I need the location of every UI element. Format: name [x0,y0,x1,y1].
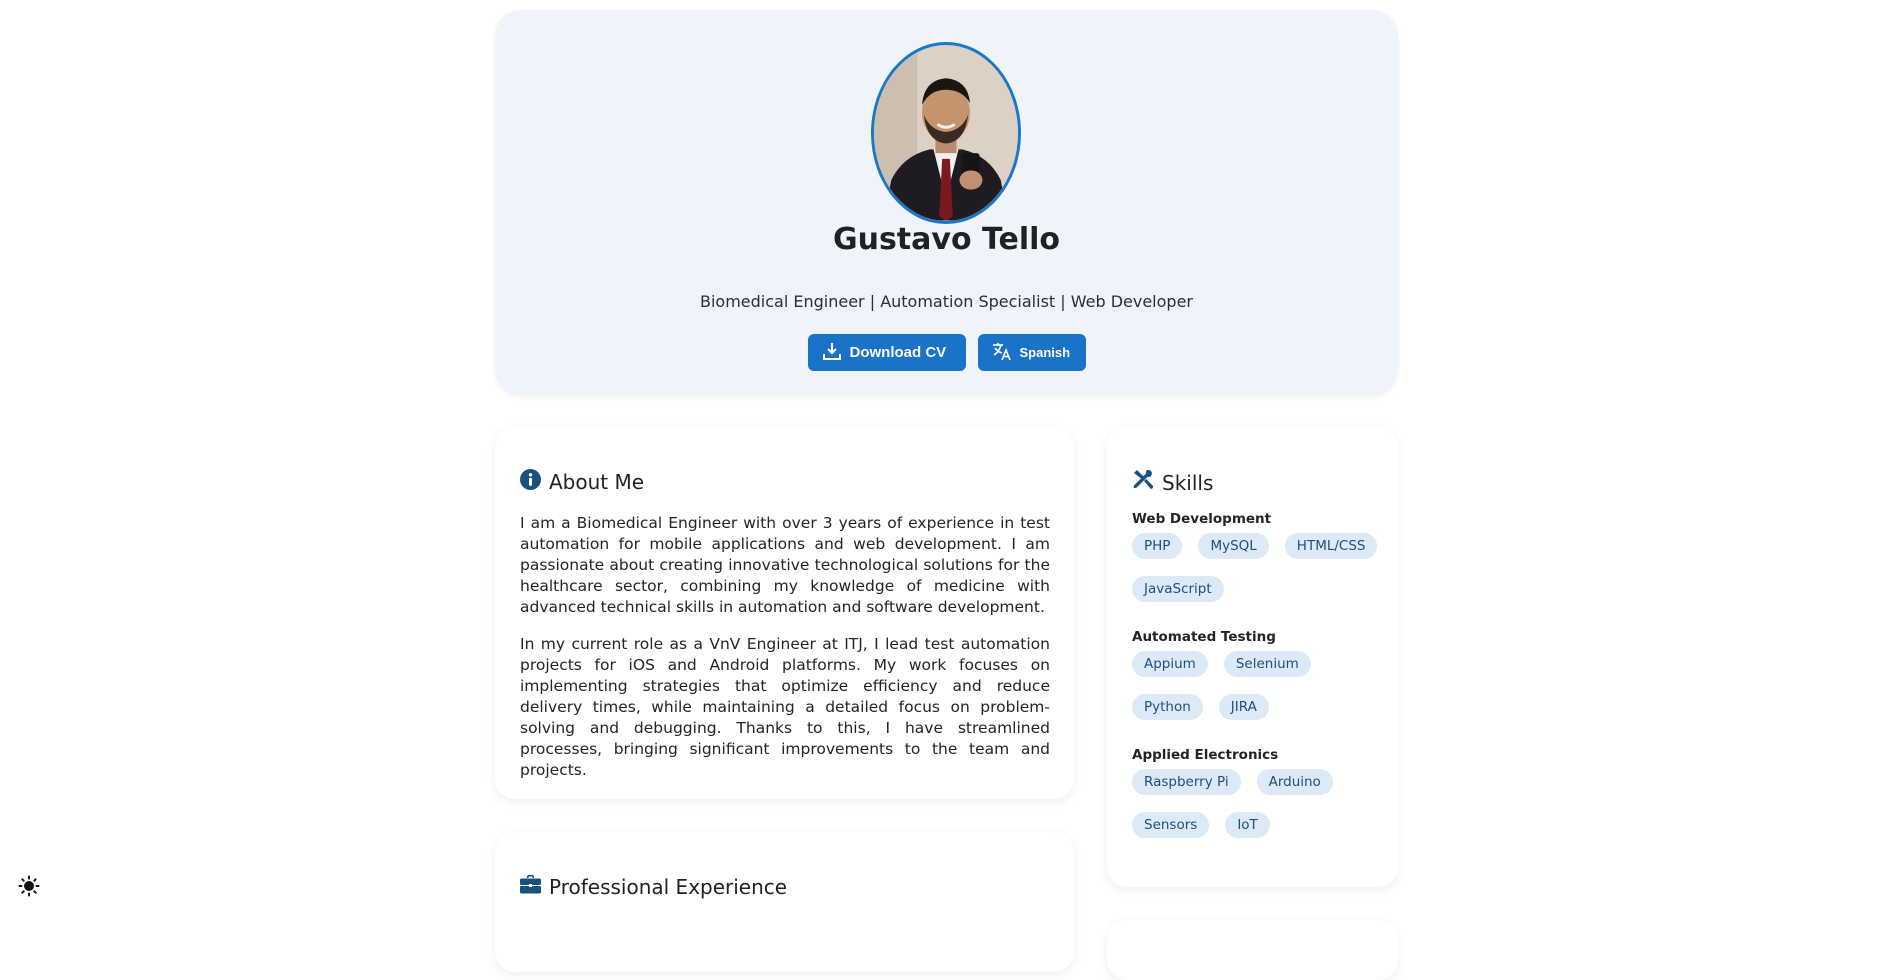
skills-title: Skills [1132,469,1213,496]
skill-tag: PHP [1132,533,1183,559]
language-toggle-button[interactable]: Spanish [977,334,1086,371]
skill-tag: JavaScript [1132,576,1224,602]
skill-tag: Arduino [1256,769,1333,795]
download-icon [822,341,842,365]
about-text: I am a Biomedical Engineer with over 3 y… [520,513,1050,797]
skill-tags: Appium Selenium Python JIRA [1132,651,1382,720]
skill-tag: Sensors [1132,812,1210,838]
skill-group-title: Applied Electronics [1132,747,1279,763]
skill-group-title: Automated Testing [1132,629,1276,645]
avatar [871,42,1021,224]
download-cv-label: Download CV [849,344,947,361]
info-circle-icon [520,469,541,495]
profile-name: Gustavo Tello [832,222,1061,257]
next-card [1107,920,1398,980]
skill-tag: Python [1132,694,1203,720]
skill-group-title: Web Development [1132,511,1272,527]
skill-group-testing: Automated Testing Appium Selenium Python… [1132,629,1382,720]
briefcase-icon [520,874,541,899]
profile-header: Gustavo Tello Biomedical Engineer | Auto… [495,10,1398,395]
experience-card: Professional Experience [495,832,1074,972]
skill-tag: HTML/CSS [1284,533,1378,559]
skill-group-electronics: Applied Electronics Raspberry Pi Arduino… [1132,747,1382,838]
experience-title: Professional Experience [520,874,787,899]
about-title: About Me [520,469,644,495]
translate-icon [992,341,1012,364]
tools-icon [1132,469,1154,496]
skill-tag: Raspberry Pi [1132,769,1241,795]
skill-tag: Appium [1132,651,1208,677]
about-paragraph: In my current role as a VnV Engineer at … [520,635,1050,779]
download-cv-button[interactable]: Download CV [807,334,966,371]
profile-subtitle: Biomedical Engineer | Automation Special… [700,292,1193,311]
language-label: Spanish [1019,345,1071,360]
profile-photo [874,45,1018,221]
skill-tag: JIRA [1218,694,1269,720]
skills-title-text: Skills [1162,470,1214,495]
skills-card: Skills Web Development PHP MySQL HTML/CS… [1107,427,1398,887]
skill-tag: MySQL [1198,533,1269,559]
theme-toggle-button[interactable] [17,874,41,898]
skill-group-web: Web Development PHP MySQL HTML/CSS JavaS… [1132,511,1382,602]
skill-tag: Selenium [1223,651,1311,677]
about-paragraph: I am a Biomedical Engineer with over 3 y… [520,514,1050,616]
about-card: About Me I am a Biomedical Engineer with… [495,427,1074,799]
header-actions: Download CV Spanish [495,334,1398,371]
about-title-text: About Me [549,470,645,494]
skill-tag: IoT [1225,812,1270,838]
experience-title-text: Professional Experience [549,874,788,899]
skill-tags: Raspberry Pi Arduino Sensors IoT [1132,769,1382,838]
sun-icon [17,875,41,902]
skill-tags: PHP MySQL HTML/CSS JavaScript [1132,533,1382,602]
